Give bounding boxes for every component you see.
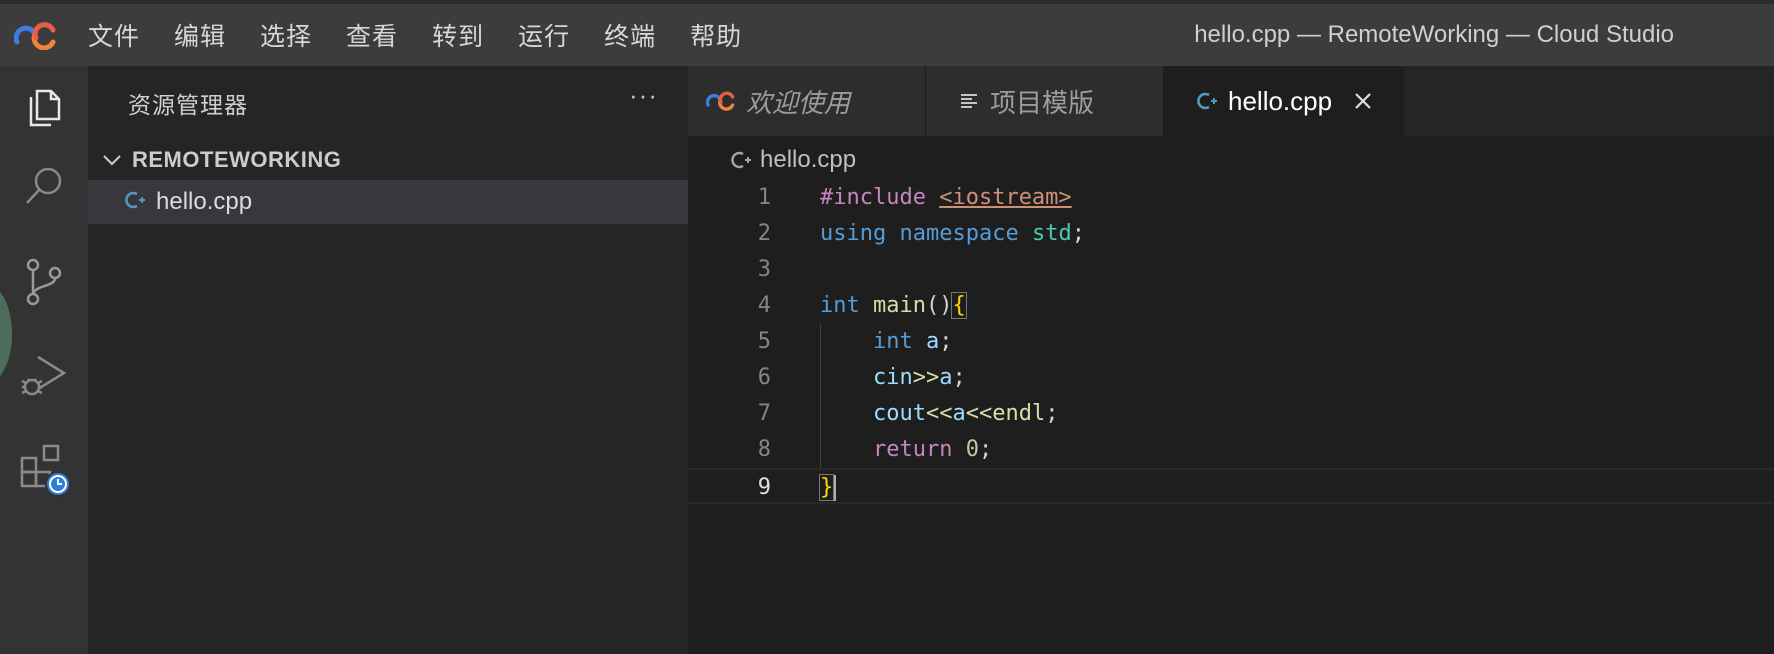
token: endl <box>992 401 1046 426</box>
tab-label: 项目模版 <box>990 87 1095 118</box>
line-number: 4 <box>757 293 771 318</box>
menu-terminal[interactable]: 终端 <box>604 17 656 53</box>
code-line: 3 <box>688 252 1774 288</box>
cloud-studio-logo-icon <box>706 91 736 111</box>
line-number: 8 <box>757 437 771 462</box>
run-debug-icon[interactable] <box>0 336 88 416</box>
activity-bar <box>0 66 88 654</box>
cpp-file-icon <box>1194 90 1218 112</box>
code-text: cout<<a<<endl; <box>820 396 1058 432</box>
token: } <box>818 474 835 501</box>
token: namespace <box>899 221 1019 246</box>
menu-selection[interactable]: 选择 <box>260 17 312 53</box>
code-text: int a; <box>820 324 953 360</box>
text-cursor <box>834 475 837 501</box>
code-text: return 0; <box>820 432 992 468</box>
line-number: 7 <box>757 401 771 426</box>
token: cin <box>872 365 913 390</box>
token: ; <box>952 365 966 390</box>
menu-help[interactable]: 帮助 <box>690 17 742 53</box>
token: a <box>939 365 953 390</box>
token: <iostream> <box>939 185 1072 210</box>
explorer-sidebar: 资源管理器 ··· REMOTEWORKING hello.cpp <box>88 66 688 654</box>
code-editor[interactable]: 1 #include <iostream> 2 using namespace … <box>688 180 1774 654</box>
more-actions-button[interactable]: ··· <box>629 80 658 111</box>
code-line: 1 #include <iostream> <box>688 180 1774 216</box>
token: ; <box>939 329 953 354</box>
breadcrumb: hello.cpp <box>728 140 856 180</box>
token: >> <box>912 365 940 390</box>
editor-tabs: 欢迎使用 项目模版 hello.cpp <box>688 66 1774 136</box>
token: std <box>1031 221 1072 246</box>
extensions-icon[interactable] <box>0 430 88 510</box>
line-number: 2 <box>757 221 771 246</box>
token: ; <box>1045 401 1059 426</box>
token: using <box>820 221 887 246</box>
close-icon[interactable] <box>1354 92 1372 110</box>
code-line: 8 return 0; <box>688 432 1774 468</box>
token: ; <box>1071 221 1085 246</box>
breadcrumb-file[interactable]: hello.cpp <box>760 146 856 174</box>
cpp-file-icon <box>122 189 150 216</box>
menu-view[interactable]: 查看 <box>346 17 398 53</box>
tab-welcome[interactable]: 欢迎使用 <box>688 66 926 136</box>
window-title: hello.cpp — RemoteWorking — Cloud Studio <box>1194 21 1674 48</box>
code-text: cin>>a; <box>820 360 966 396</box>
line-number: 6 <box>757 365 771 390</box>
line-number: 1 <box>757 185 771 210</box>
folder-row-remoteworking[interactable]: REMOTEWORKING <box>88 140 688 180</box>
cpp-file-icon <box>728 149 752 171</box>
tab-label: hello.cpp <box>1228 85 1333 116</box>
code-text: #include <iostream> <box>820 180 1072 216</box>
token: a <box>952 401 966 426</box>
token: << <box>925 401 953 426</box>
code-text: int main(){ <box>820 288 967 324</box>
cloud-studio-logo-icon[interactable] <box>13 22 58 55</box>
code-text: } <box>818 470 837 506</box>
token: #include <box>820 185 926 210</box>
menu-go[interactable]: 转到 <box>432 17 484 53</box>
code-text: using namespace std; <box>820 216 1085 252</box>
token: { <box>951 292 967 319</box>
token: return <box>872 437 953 462</box>
token: cout <box>872 401 926 426</box>
code-line: 4 int main(){ <box>688 288 1774 324</box>
line-number: 9 <box>757 475 771 500</box>
menu-file[interactable]: 文件 <box>88 17 140 53</box>
current-code-line: 9 } <box>688 468 1774 504</box>
token: int <box>820 293 860 318</box>
menu-run[interactable]: 运行 <box>518 17 570 53</box>
tab-project-template[interactable]: 项目模版 <box>926 66 1164 136</box>
tab-label: 欢迎使用 <box>746 87 851 118</box>
file-item-hello-cpp[interactable]: hello.cpp <box>88 180 688 224</box>
source-control-icon[interactable] <box>0 242 88 322</box>
chevron-down-icon <box>98 153 126 167</box>
search-icon[interactable] <box>0 146 88 226</box>
token: ; <box>978 437 993 462</box>
token: a <box>925 329 940 354</box>
text-lines-icon <box>960 92 978 110</box>
file-name: hello.cpp <box>156 188 253 215</box>
code-line: 7 cout<<a<<endl; <box>688 396 1774 432</box>
token: int <box>872 329 913 354</box>
title-bar: 文件 编辑 选择 查看 转到 运行 终端 帮助 hello.cpp — Remo… <box>0 0 1774 66</box>
code-line: 6 cin>>a; <box>688 360 1774 396</box>
line-number: 3 <box>757 257 771 282</box>
line-number: 5 <box>757 329 771 354</box>
token: main <box>873 293 926 318</box>
tab-hello-cpp[interactable]: hello.cpp <box>1164 66 1404 136</box>
code-line: 5 int a; <box>688 324 1774 360</box>
menu-edit[interactable]: 编辑 <box>174 17 226 53</box>
menu-bar: 文件 编辑 选择 查看 转到 运行 终端 帮助 <box>88 4 776 66</box>
folder-name: REMOTEWORKING <box>132 147 342 172</box>
explorer-icon[interactable] <box>0 66 88 146</box>
sidebar-title: 资源管理器 <box>128 92 248 118</box>
token: << <box>965 401 993 426</box>
token: 0 <box>965 437 979 462</box>
code-line: 2 using namespace std; <box>688 216 1774 252</box>
token: () <box>925 293 953 318</box>
